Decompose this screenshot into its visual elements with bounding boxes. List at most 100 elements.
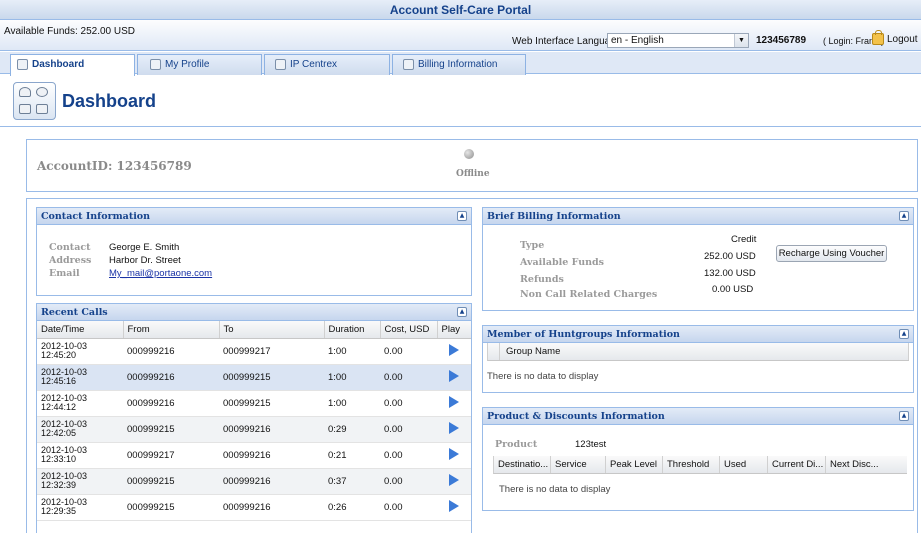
column-header[interactable]: Destinatio... <box>494 456 551 473</box>
column-header[interactable]: Cost, USD <box>380 321 438 339</box>
to-cell: 000999216 <box>219 468 324 495</box>
from-cell: 000999215 <box>123 468 219 495</box>
play-cell <box>437 468 471 495</box>
table-row[interactable]: 2012-10-03 12:45:20 000999216 000999217 1… <box>37 338 471 365</box>
language-value: en - English <box>611 35 664 46</box>
chevron-down-icon[interactable]: ▼ <box>734 34 748 47</box>
language-select[interactable]: en - English ▼ <box>607 33 749 48</box>
table-row[interactable]: 2012-10-03 12:45:16 000999216 000999215 1… <box>37 364 471 391</box>
profile-icon <box>150 59 161 70</box>
products-grid-header: Destinatio... Service Peak Level Thresho… <box>493 456 907 474</box>
column-header[interactable]: Play <box>437 321 471 339</box>
to-cell: 000999215 <box>219 390 324 417</box>
tab-dashboard[interactable]: Dashboard <box>10 54 135 76</box>
panel-header: Recent Calls ▲ <box>37 304 471 321</box>
panel-header: Brief Billing Information ▲ <box>483 208 913 225</box>
billing-panel: Brief Billing Information ▲ Type Credit … <box>482 207 914 311</box>
column-header[interactable]: Group Name <box>500 343 909 360</box>
time-text: 12:33:10 <box>41 454 77 464</box>
column-header[interactable]: Service <box>551 456 606 473</box>
play-icon[interactable] <box>449 369 459 382</box>
table-row[interactable]: 2012-10-03 12:33:10 000999217 000999216 0… <box>37 442 471 469</box>
from-cell: 000999216 <box>123 364 219 391</box>
email-link[interactable]: My_mail@portaone.com <box>109 268 212 279</box>
funds-value: 252.00 USD <box>704 251 756 262</box>
panel-header: Contact Information ▲ <box>37 208 471 225</box>
column-header[interactable]: From <box>123 321 220 339</box>
huntgroups-grid-header: Group Name <box>487 343 909 361</box>
from-cell: 000999217 <box>123 442 219 469</box>
tab-label: Dashboard <box>32 59 85 70</box>
recharge-voucher-button[interactable]: Recharge Using Voucher <box>776 245 887 262</box>
column-header[interactable]: Threshold <box>663 456 720 473</box>
column-header[interactable]: To <box>219 321 325 339</box>
from-cell: 000999216 <box>123 390 219 417</box>
account-id: AccountID: 123456789 <box>37 159 192 173</box>
panel-title: Brief Billing Information <box>487 211 621 222</box>
cost-cell: 0.00 <box>380 390 437 417</box>
table-row[interactable]: 2012-10-03 12:32:39 000999215 000999216 0… <box>37 468 471 495</box>
column-header[interactable]: Current Di... <box>768 456 826 473</box>
column-header[interactable]: Next Disc... <box>826 456 907 473</box>
time-text: 12:45:20 <box>41 350 77 360</box>
play-cell <box>437 338 471 365</box>
empty-message: There is no data to display <box>499 484 611 495</box>
play-icon[interactable] <box>449 343 459 356</box>
from-cell: 000999216 <box>123 338 219 365</box>
play-cell <box>437 416 471 443</box>
column-header[interactable]: Peak Level <box>606 456 663 473</box>
logout-button[interactable]: Logout <box>872 30 918 45</box>
centrex-icon <box>275 59 286 70</box>
play-icon[interactable] <box>449 473 459 486</box>
datetime-cell: 2012-10-03 12:44:12 <box>37 390 123 417</box>
collapse-icon[interactable]: ▲ <box>899 329 909 339</box>
collapse-icon[interactable]: ▲ <box>457 307 467 317</box>
column-header[interactable]: Date/Time <box>37 321 124 339</box>
cost-cell: 0.00 <box>380 442 437 469</box>
page-title: Dashboard <box>62 90 157 111</box>
datetime-cell: 2012-10-03 12:45:20 <box>37 338 123 365</box>
calls-header-row: Date/Time From To Duration Cost, USD Pla… <box>37 321 471 339</box>
product-value: 123test <box>575 439 607 450</box>
lock-icon <box>872 30 884 45</box>
tab-label: IP Centrex <box>290 59 338 70</box>
tab-billing-information[interactable]: Billing Information <box>392 54 526 75</box>
table-row[interactable]: 2012-10-03 12:42:05 000999215 000999216 0… <box>37 416 471 443</box>
portal-page: Account Self-Care Portal Available Funds… <box>0 0 921 533</box>
account-bar: Available Funds: 252.00 USD Web Interfac… <box>0 20 921 51</box>
play-icon[interactable] <box>449 395 459 408</box>
logout-label: Logout <box>887 33 918 45</box>
to-cell: 000999216 <box>219 494 324 521</box>
collapse-icon[interactable]: ▲ <box>899 411 909 421</box>
play-cell <box>437 494 471 521</box>
tab-ip-centrex[interactable]: IP Centrex <box>264 54 390 75</box>
user-icon <box>19 87 31 97</box>
play-icon[interactable] <box>449 499 459 512</box>
datetime-cell: 2012-10-03 12:33:10 <box>37 442 123 469</box>
account-number: 123456789 <box>756 35 807 46</box>
refunds-value: 132.00 USD <box>704 268 756 279</box>
duration-cell: 1:00 <box>324 364 380 391</box>
collapse-icon[interactable]: ▲ <box>899 211 909 221</box>
collapse-icon[interactable]: ▲ <box>457 211 467 221</box>
to-cell: 000999217 <box>219 338 324 365</box>
panel-title: Contact Information <box>41 211 151 222</box>
products-panel: Product & Discounts Information ▲ Produc… <box>482 407 914 511</box>
column-header[interactable]: Used <box>720 456 768 473</box>
table-row[interactable]: 2012-10-03 12:44:12 000999216 000999215 1… <box>37 390 471 417</box>
funds-label: Available Funds <box>520 257 605 268</box>
available-funds: Available Funds: 252.00 USD <box>4 26 136 37</box>
contact-value: George E. Smith <box>109 242 180 253</box>
email-label: Email <box>49 268 80 279</box>
panel-title: Product & Discounts Information <box>487 411 665 422</box>
tab-my-profile[interactable]: My Profile <box>137 54 262 75</box>
to-cell: 000999215 <box>219 364 324 391</box>
play-icon[interactable] <box>449 447 459 460</box>
duration-cell: 0:26 <box>324 494 380 521</box>
to-cell: 000999216 <box>219 416 324 443</box>
duration-cell: 0:21 <box>324 442 380 469</box>
table-row[interactable]: 2012-10-03 12:29:35 000999215 000999216 0… <box>37 494 471 521</box>
column-header[interactable]: Duration <box>324 321 381 339</box>
calls-table: Date/Time From To Duration Cost, USD Pla… <box>37 321 471 521</box>
play-icon[interactable] <box>449 421 459 434</box>
